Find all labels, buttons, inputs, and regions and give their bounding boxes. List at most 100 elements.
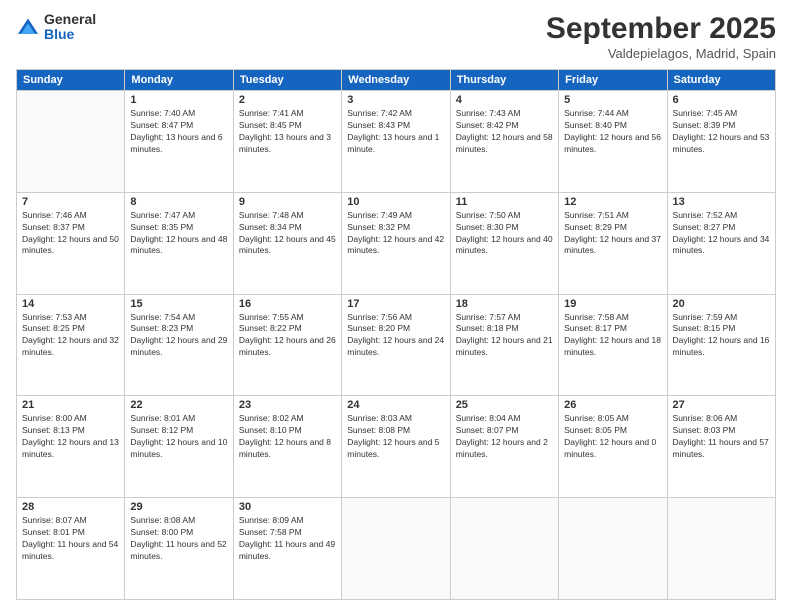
logo-text: General Blue (44, 12, 96, 43)
day-info: Sunrise: 7:45 AMSunset: 8:39 PMDaylight:… (673, 108, 770, 156)
calendar-body: 1 Sunrise: 7:40 AMSunset: 8:47 PMDaylight… (17, 91, 776, 600)
table-row: 26 Sunrise: 8:05 AMSunset: 8:05 PMDayligh… (559, 396, 667, 498)
table-row: 14Sunrise: 7:53 AMSunset: 8:25 PMDayligh… (17, 294, 125, 396)
table-row: 19Sunrise: 7:58 AMSunset: 8:17 PMDayligh… (559, 294, 667, 396)
table-row: 18Sunrise: 7:57 AMSunset: 8:18 PMDayligh… (450, 294, 558, 396)
day-info: Sunrise: 7:54 AMSunset: 8:23 PMDaylight:… (130, 312, 227, 360)
table-row: 4Sunrise: 7:43 AMSunset: 8:42 PMDaylight… (450, 91, 558, 193)
day-number: 24 (347, 399, 444, 411)
day-number: 2 (239, 94, 336, 106)
table-row: 2Sunrise: 7:41 AMSunset: 8:45 PMDaylight… (233, 91, 341, 193)
day-number: 20 (673, 298, 770, 310)
day-number: 12 (564, 196, 661, 208)
table-row: 27 Sunrise: 8:06 AMSunset: 8:03 PMDayligh… (667, 396, 775, 498)
title-block: September 2025 Valdepielagos, Madrid, Sp… (546, 12, 776, 61)
day-info: Sunrise: 8:04 AMSunset: 8:07 PMDaylight:… (456, 413, 553, 461)
table-row: 17 Sunrise: 7:56 AMSunset: 8:20 PMDayligh… (342, 294, 450, 396)
day-info: Sunrise: 8:00 AMSunset: 8:13 PMDaylight:… (22, 413, 119, 461)
day-info: Sunrise: 7:47 AMSunset: 8:35 PMDaylight:… (130, 210, 227, 258)
page: General Blue September 2025 Valdepielago… (0, 0, 792, 612)
table-row (559, 498, 667, 600)
logo-blue: Blue (44, 27, 96, 42)
col-thursday: Thursday (450, 70, 558, 91)
day-number: 9 (239, 196, 336, 208)
table-row: 1 Sunrise: 7:40 AMSunset: 8:47 PMDaylight… (125, 91, 233, 193)
day-info: Sunrise: 7:56 AMSunset: 8:20 PMDaylight:… (347, 312, 444, 360)
col-friday: Friday (559, 70, 667, 91)
day-info: Sunrise: 7:53 AMSunset: 8:25 PMDaylight:… (22, 312, 119, 360)
col-monday: Monday (125, 70, 233, 91)
day-number: 8 (130, 196, 227, 208)
day-number: 25 (456, 399, 553, 411)
table-row: 29 Sunrise: 8:08 AMSunset: 8:00 PMDayligh… (125, 498, 233, 600)
day-info: Sunrise: 7:49 AMSunset: 8:32 PMDaylight:… (347, 210, 444, 258)
table-row: 11 Sunrise: 7:50 AMSunset: 8:30 PMDayligh… (450, 192, 558, 294)
day-info: Sunrise: 8:08 AMSunset: 8:00 PMDaylight:… (130, 515, 227, 563)
table-row: 15 Sunrise: 7:54 AMSunset: 8:23 PMDayligh… (125, 294, 233, 396)
day-number: 17 (347, 298, 444, 310)
day-number: 3 (347, 94, 444, 106)
day-info: Sunrise: 7:40 AMSunset: 8:47 PMDaylight:… (130, 108, 227, 156)
calendar-table: Sunday Monday Tuesday Wednesday Thursday… (16, 69, 776, 600)
weekday-row: Sunday Monday Tuesday Wednesday Thursday… (17, 70, 776, 91)
table-row: 5 Sunrise: 7:44 AMSunset: 8:40 PMDaylight… (559, 91, 667, 193)
table-row: 3 Sunrise: 7:42 AMSunset: 8:43 PMDaylight… (342, 91, 450, 193)
table-row: 13Sunrise: 7:52 AMSunset: 8:27 PMDayligh… (667, 192, 775, 294)
header: General Blue September 2025 Valdepielago… (16, 12, 776, 61)
day-info: Sunrise: 7:55 AMSunset: 8:22 PMDaylight:… (239, 312, 336, 360)
day-info: Sunrise: 7:52 AMSunset: 8:27 PMDaylight:… (673, 210, 770, 258)
day-info: Sunrise: 7:58 AMSunset: 8:17 PMDaylight:… (564, 312, 661, 360)
table-row: 24 Sunrise: 8:03 AMSunset: 8:08 PMDayligh… (342, 396, 450, 498)
table-row: 20 Sunrise: 7:59 AMSunset: 8:15 PMDayligh… (667, 294, 775, 396)
table-row: 12Sunrise: 7:51 AMSunset: 8:29 PMDayligh… (559, 192, 667, 294)
table-row: 23Sunrise: 8:02 AMSunset: 8:10 PMDayligh… (233, 396, 341, 498)
day-number: 15 (130, 298, 227, 310)
col-sunday: Sunday (17, 70, 125, 91)
day-number: 5 (564, 94, 661, 106)
location: Valdepielagos, Madrid, Spain (546, 46, 776, 61)
col-saturday: Saturday (667, 70, 775, 91)
day-number: 29 (130, 501, 227, 513)
table-row: 10 Sunrise: 7:49 AMSunset: 8:32 PMDayligh… (342, 192, 450, 294)
table-row: 8 Sunrise: 7:47 AMSunset: 8:35 PMDaylight… (125, 192, 233, 294)
day-info: Sunrise: 7:44 AMSunset: 8:40 PMDaylight:… (564, 108, 661, 156)
day-number: 18 (456, 298, 553, 310)
table-row: 16 Sunrise: 7:55 AMSunset: 8:22 PMDayligh… (233, 294, 341, 396)
day-info: Sunrise: 8:01 AMSunset: 8:12 PMDaylight:… (130, 413, 227, 461)
table-row: 7Sunrise: 7:46 AMSunset: 8:37 PMDaylight… (17, 192, 125, 294)
day-info: Sunrise: 8:05 AMSunset: 8:05 PMDaylight:… (564, 413, 661, 461)
table-row: 30 Sunrise: 8:09 AMSunset: 7:58 PMDayligh… (233, 498, 341, 600)
day-info: Sunrise: 8:09 AMSunset: 7:58 PMDaylight:… (239, 515, 336, 563)
day-number: 22 (130, 399, 227, 411)
col-wednesday: Wednesday (342, 70, 450, 91)
day-number: 21 (22, 399, 119, 411)
day-info: Sunrise: 8:03 AMSunset: 8:08 PMDaylight:… (347, 413, 444, 461)
logo: General Blue (16, 12, 96, 43)
day-number: 7 (22, 196, 119, 208)
table-row: 21 Sunrise: 8:00 AMSunset: 8:13 PMDayligh… (17, 396, 125, 498)
day-info: Sunrise: 7:59 AMSunset: 8:15 PMDaylight:… (673, 312, 770, 360)
table-row (667, 498, 775, 600)
day-number: 26 (564, 399, 661, 411)
logo-general: General (44, 12, 96, 27)
day-info: Sunrise: 8:06 AMSunset: 8:03 PMDaylight:… (673, 413, 770, 461)
day-info: Sunrise: 7:42 AMSunset: 8:43 PMDaylight:… (347, 108, 444, 156)
day-number: 28 (22, 501, 119, 513)
day-number: 11 (456, 196, 553, 208)
day-number: 30 (239, 501, 336, 513)
day-info: Sunrise: 7:48 AMSunset: 8:34 PMDaylight:… (239, 210, 336, 258)
day-number: 10 (347, 196, 444, 208)
day-info: Sunrise: 7:50 AMSunset: 8:30 PMDaylight:… (456, 210, 553, 258)
table-row: 28 Sunrise: 8:07 AMSunset: 8:01 PMDayligh… (17, 498, 125, 600)
col-tuesday: Tuesday (233, 70, 341, 91)
table-row (17, 91, 125, 193)
table-row (450, 498, 558, 600)
table-row: 25 Sunrise: 8:04 AMSunset: 8:07 PMDayligh… (450, 396, 558, 498)
day-info: Sunrise: 8:07 AMSunset: 8:01 PMDaylight:… (22, 515, 119, 563)
day-info: Sunrise: 8:02 AMSunset: 8:10 PMDaylight:… (239, 413, 336, 461)
month-title: September 2025 (546, 12, 776, 46)
day-number: 16 (239, 298, 336, 310)
day-number: 1 (130, 94, 227, 106)
day-number: 27 (673, 399, 770, 411)
table-row: 22 Sunrise: 8:01 AMSunset: 8:12 PMDayligh… (125, 396, 233, 498)
